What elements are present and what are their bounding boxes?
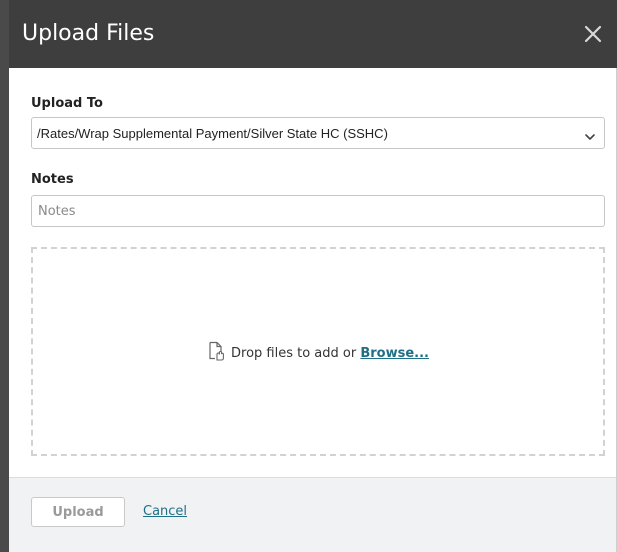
backdrop [0, 0, 9, 552]
dialog-footer: Upload Cancel [9, 477, 616, 552]
dropzone-message: Drop files to add or Browse... [33, 341, 603, 365]
upload-to-select[interactable]: /Rates/Wrap Supplemental Payment/Silver … [31, 117, 605, 149]
file-upload-icon [207, 341, 225, 365]
cancel-link[interactable]: Cancel [143, 504, 187, 519]
dialog-title: Upload Files [22, 21, 155, 46]
file-dropzone[interactable]: Drop files to add or Browse... [31, 247, 605, 456]
upload-button[interactable]: Upload [31, 497, 125, 527]
upload-to-selected-value: /Rates/Wrap Supplemental Payment/Silver … [37, 126, 388, 141]
browse-link[interactable]: Browse... [360, 346, 429, 361]
dialog-header: Upload Files [9, 0, 617, 68]
upload-files-dialog: Upload Files Upload To /Rates/Wrap Suppl… [9, 0, 617, 552]
close-icon [584, 25, 602, 43]
close-button[interactable] [579, 20, 607, 48]
chevron-down-icon [584, 128, 596, 147]
notes-input[interactable] [31, 195, 605, 227]
notes-label: Notes [31, 172, 74, 187]
dropzone-prefix-text: Drop files to add or [231, 346, 361, 361]
upload-to-label: Upload To [31, 96, 103, 111]
